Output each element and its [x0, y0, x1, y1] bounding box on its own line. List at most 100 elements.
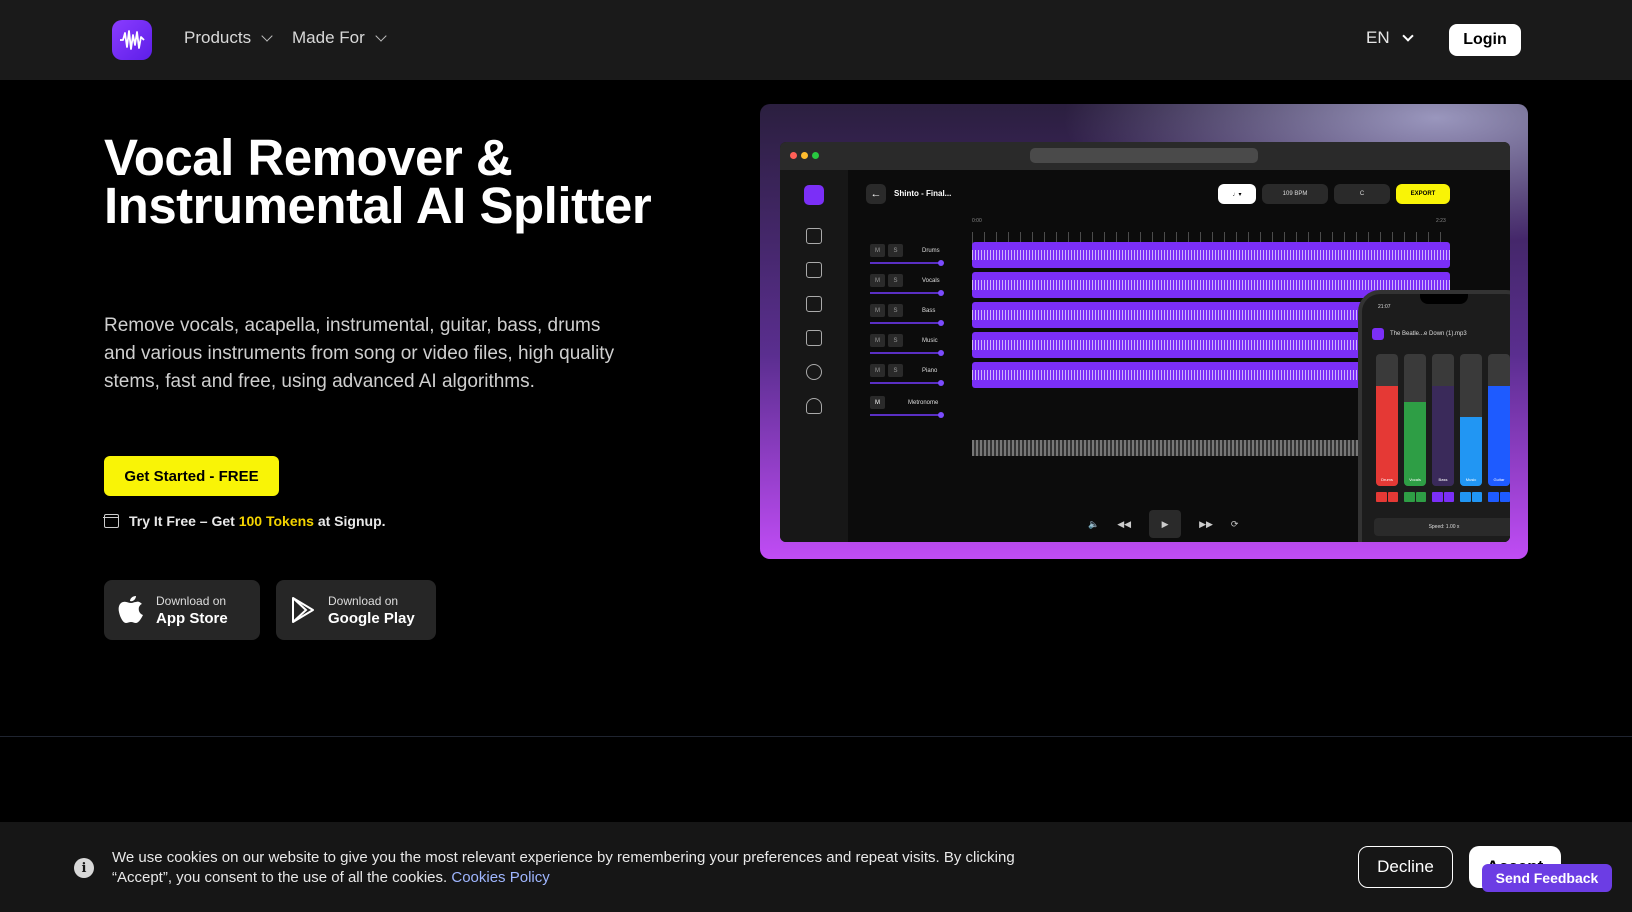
- nav-made-for-menu[interactable]: Made For: [292, 28, 387, 48]
- language-selector[interactable]: EN: [1366, 28, 1414, 48]
- solo-toggle: S: [888, 334, 903, 347]
- track-label: Piano: [922, 368, 938, 374]
- track-volume: [870, 320, 944, 326]
- phone-clock: 21:07: [1378, 304, 1391, 310]
- track-label: Vocals: [922, 278, 940, 284]
- phone-notch: [1420, 294, 1468, 304]
- solo-toggle: S: [888, 274, 903, 287]
- login-button[interactable]: Login: [1449, 24, 1521, 56]
- address-bar: [1030, 148, 1258, 163]
- stem-fader: Guitar: [1488, 354, 1510, 486]
- stem-label: Vocals: [1409, 477, 1421, 482]
- track-volume: [870, 260, 944, 266]
- cookie-banner: i We use cookies on our website to give …: [0, 822, 1632, 912]
- track-label: Bass: [922, 308, 936, 314]
- browser-mockup: ← Shinto - Final... ♩▾ 109 BPM C EXPORT …: [780, 142, 1510, 542]
- tokens-suffix: at Signup.: [317, 513, 386, 529]
- stem-fader: Drums: [1376, 354, 1398, 486]
- stem-ms-row: [1488, 492, 1510, 502]
- stem-ms-row: [1432, 492, 1454, 502]
- time-start: 0:00: [972, 218, 982, 224]
- track-waveform: [972, 242, 1450, 268]
- fast-forward-icon: ▶▶: [1199, 518, 1213, 529]
- app-sidebar: [780, 170, 848, 542]
- close-dot-icon: [790, 152, 797, 159]
- user-icon: [806, 398, 822, 414]
- browser-titlebar: [780, 142, 1510, 170]
- editor-panel: ← Shinto - Final... ♩▾ 109 BPM C EXPORT …: [848, 170, 1510, 542]
- rewind-icon: ◀◀: [1117, 518, 1132, 529]
- solo-toggle: S: [888, 304, 903, 317]
- cleaner-icon: [806, 262, 822, 278]
- phone-mockup: 21:07 The Beatle...e Down (1).mp3 Drums …: [1358, 290, 1510, 542]
- google-play-button[interactable]: Download on Google Play: [276, 580, 436, 640]
- app-store-line1: Download on: [156, 593, 227, 608]
- app-logo-icon: [804, 185, 824, 205]
- time-end: 2:23: [1436, 218, 1446, 224]
- mute-toggle: M: [870, 396, 885, 409]
- volume-icon: 🔈: [1088, 518, 1100, 529]
- chevron-down-icon: [375, 29, 387, 42]
- google-play-line2: Google Play: [328, 609, 415, 627]
- stem-fader: Bass: [1432, 354, 1454, 486]
- cookies-policy-link[interactable]: Cookies Policy: [451, 869, 549, 886]
- mute-toggle: M: [870, 274, 885, 287]
- google-play-icon: [292, 597, 314, 623]
- tokens-prefix: Try It Free – Get: [129, 513, 235, 529]
- stem-label: Bass: [1438, 477, 1448, 482]
- hero-title: Vocal Remover & Instrumental AI Splitter: [104, 129, 652, 234]
- speed-gauge-icon: [806, 364, 822, 380]
- stem-ms-row: [1460, 492, 1482, 502]
- apple-icon: [118, 596, 143, 623]
- mute-toggle: M: [870, 334, 885, 347]
- track-label: Drums: [922, 248, 940, 254]
- send-feedback-button[interactable]: Send Feedback: [1482, 864, 1612, 892]
- track-volume: [870, 350, 944, 356]
- language-label: EN: [1366, 28, 1390, 47]
- stem-fader: Music: [1460, 354, 1482, 486]
- split-icon: [806, 228, 822, 244]
- gift-icon: [103, 514, 119, 528]
- stem-label: Guitar: [1493, 477, 1505, 482]
- section-divider: [0, 736, 1632, 737]
- minimize-dot-icon: [801, 152, 808, 159]
- track-label: Music: [922, 338, 938, 344]
- app-store-button[interactable]: Download on App Store: [104, 580, 260, 640]
- decline-button[interactable]: Decline: [1358, 846, 1453, 888]
- maximize-dot-icon: [812, 152, 819, 159]
- play-icon: ▶: [1149, 510, 1182, 538]
- export-pill: EXPORT: [1396, 184, 1450, 204]
- app-store-line2: App Store: [156, 609, 228, 627]
- stem-ms-row: [1404, 492, 1426, 502]
- tokens-highlight: 100 Tokens: [238, 513, 314, 529]
- tempo-pill: 109 BPM: [1262, 184, 1328, 204]
- hero-subtitle: Remove vocals, acapella, instrumental, g…: [104, 315, 615, 392]
- google-play-line1: Download on: [328, 593, 399, 608]
- loop-icon: ⟳: [1230, 518, 1239, 529]
- time-signature-pill: ♩▾: [1218, 184, 1256, 204]
- solo-toggle: S: [888, 364, 903, 377]
- chevron-down-icon: [261, 29, 273, 42]
- song-title: Shinto - Final...: [894, 189, 952, 198]
- mute-toggle: M: [870, 244, 885, 257]
- chevron-down-icon: [1401, 29, 1414, 42]
- key-pill: C: [1334, 184, 1390, 204]
- brand-logo-icon[interactable]: [112, 20, 152, 60]
- top-nav: Products Made For EN Login: [0, 0, 1632, 80]
- solo-toggle: S: [888, 244, 903, 257]
- track-volume: [870, 412, 944, 418]
- track-volume: [870, 380, 944, 386]
- nav-products-menu[interactable]: Products: [184, 28, 273, 48]
- speed-selector: Speed: 1.00 x: [1374, 518, 1510, 536]
- stem-label: Drums: [1381, 477, 1393, 482]
- stem-fader: Vocals: [1404, 354, 1426, 486]
- phone-file-name: The Beatle...e Down (1).mp3: [1390, 331, 1467, 337]
- track-volume: [870, 290, 944, 296]
- transport-controls: 🔈 ◀◀ ▶ ▶▶ ⟳: [1088, 510, 1238, 538]
- phone-back-icon: [1372, 328, 1384, 340]
- back-arrow-icon: ←: [866, 184, 886, 204]
- product-preview: ← Shinto - Final... ♩▾ 109 BPM C EXPORT …: [760, 104, 1528, 559]
- info-icon: i: [74, 858, 94, 878]
- cookie-message: We use cookies on our website to give yo…: [112, 848, 1072, 888]
- get-started-button[interactable]: Get Started - FREE: [104, 456, 279, 496]
